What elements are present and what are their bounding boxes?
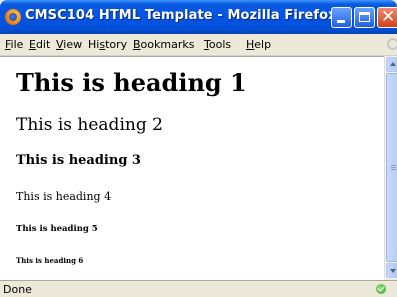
title-bar[interactable]: CMSC104 HTML Template - Mozilla Firefox … [0, 0, 397, 34]
window-title: CMSC104 HTML Template - Mozilla Firefox [25, 8, 337, 23]
heading-5: This is heading 5 [16, 224, 98, 234]
browser-window: CMSC104 HTML Template - Mozilla Firefox … [0, 0, 397, 297]
menu-help[interactable]: Help [246, 38, 271, 51]
heading-6: This is heading 6 [16, 256, 84, 265]
menu-edit[interactable]: Edit [29, 38, 50, 51]
close-button[interactable]: ✕ [377, 7, 397, 28]
status-text: Done [3, 283, 32, 296]
heading-4: This is heading 4 [16, 190, 112, 203]
minimize-button[interactable] [331, 7, 352, 28]
close-icon: ✕ [381, 7, 396, 27]
grip-icon [391, 165, 396, 166]
menu-view[interactable]: View [56, 38, 82, 51]
heading-1: This is heading 1 [16, 68, 247, 97]
status-bar: Done [0, 280, 397, 297]
menu-file[interactable]: File [5, 38, 23, 51]
scroll-up-button[interactable] [386, 57, 397, 72]
menu-bar: File Edit View History Bookmarks Tools H… [0, 34, 397, 56]
firefox-icon[interactable] [5, 9, 21, 25]
scroll-down-button[interactable] [386, 263, 397, 278]
scroll-thumb[interactable] [386, 73, 397, 262]
menu-history[interactable]: History [88, 38, 127, 51]
throbber-icon [387, 38, 397, 50]
page-content: This is heading 1 This is heading 2 This… [0, 56, 384, 280]
vertical-scrollbar[interactable] [384, 56, 397, 279]
maximize-button[interactable] [354, 7, 375, 28]
heading-2: This is heading 2 [16, 115, 163, 135]
menu-bookmarks[interactable]: Bookmarks [133, 38, 194, 51]
menu-tools[interactable]: Tools [204, 38, 231, 51]
heading-3: This is heading 3 [16, 153, 141, 168]
check-icon [376, 284, 386, 294]
